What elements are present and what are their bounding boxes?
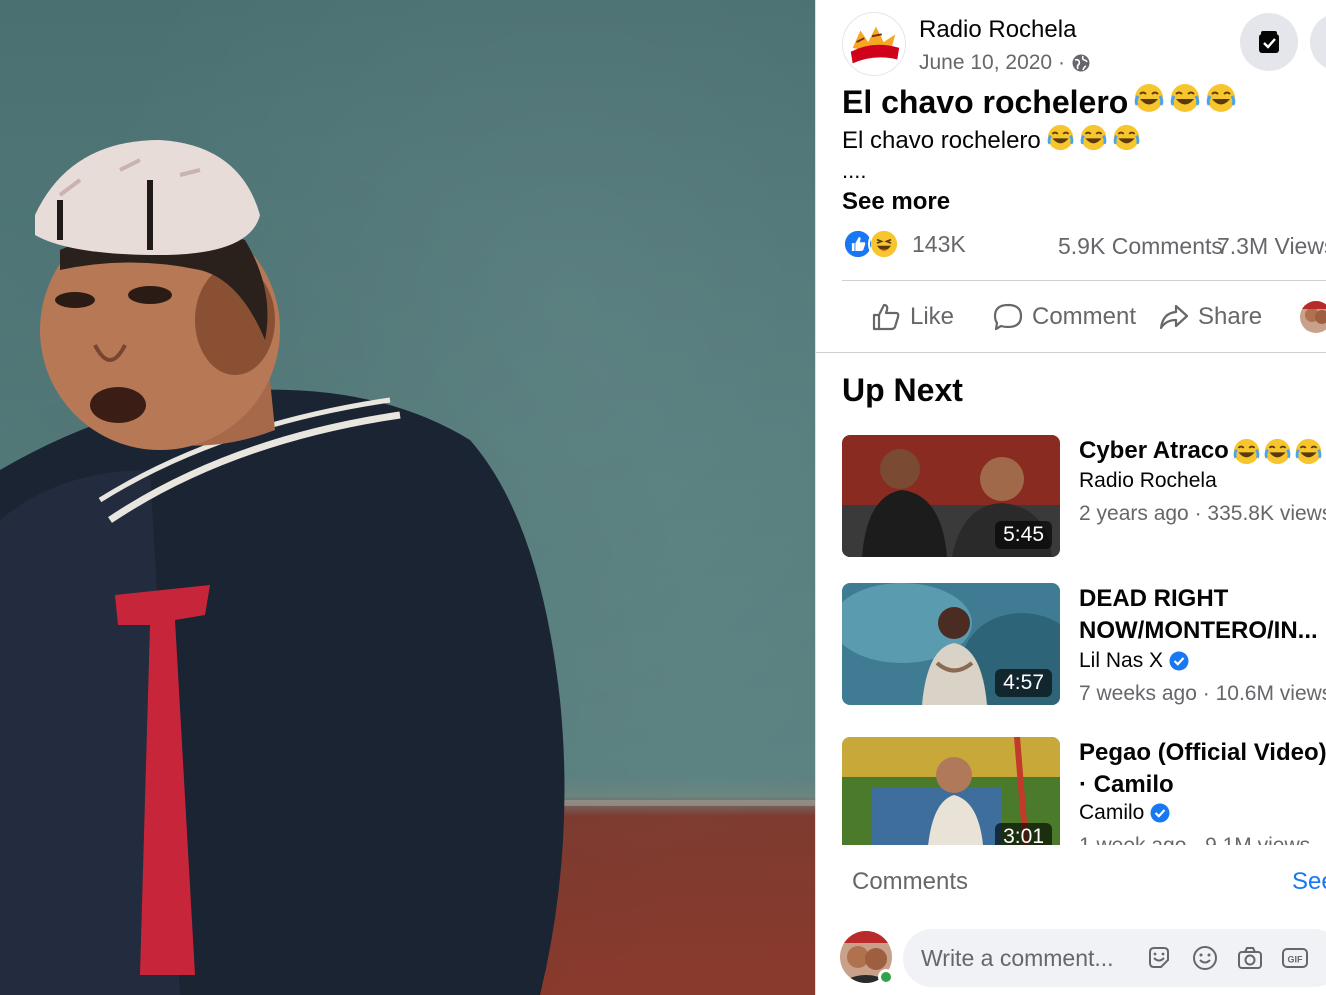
video-thumbnail[interactable]: 3:01 — [842, 737, 1060, 845]
video-meta: 7 weeks ago · 10.6M views — [1079, 682, 1326, 706]
laughing-emoji-icon — [1170, 83, 1200, 121]
video-age: 1 week ago — [1079, 834, 1186, 845]
save-button[interactable] — [1240, 13, 1298, 71]
comment-button[interactable]: Comment — [992, 288, 1136, 346]
video-channel[interactable]: Camilo — [1079, 801, 1170, 825]
video-duration: 4:57 — [995, 669, 1052, 697]
laughing-emoji-icon — [1233, 438, 1260, 464]
divider — [842, 280, 1326, 281]
video-views: 335.8K views — [1207, 502, 1326, 525]
comment-box: GIF — [903, 929, 1326, 987]
thumbs-up-icon — [872, 303, 900, 331]
video-duration: 3:01 — [995, 823, 1052, 845]
gif-icon[interactable]: GIF — [1281, 944, 1309, 972]
like-label: Like — [910, 303, 955, 330]
speech-bubble-icon — [993, 303, 1023, 331]
post-description-text: El chavo rochelero — [842, 127, 1041, 154]
post-title-text: El chavo rochelero — [842, 83, 1129, 120]
more-options-button[interactable] — [1310, 13, 1326, 71]
video-views: 9.1M views — [1205, 834, 1310, 845]
up-next-video[interactable]: 4:57 DEAD RIGHT NOW/MONTERO/IN... Lil Na… — [842, 583, 1326, 708]
avatar[interactable] — [840, 931, 894, 985]
post-description: El chavo rochelero — [842, 124, 1140, 158]
video-thumbnail[interactable]: 5:45 — [842, 435, 1060, 557]
divider — [816, 352, 1326, 353]
video-meta: 2 years ago · 335.8K views — [1079, 502, 1326, 526]
laughing-emoji-icon — [1264, 438, 1291, 464]
video-channel-name: Radio Rochela — [1079, 469, 1217, 492]
comments-label: Comments — [852, 868, 969, 895]
like-button[interactable]: Like — [870, 288, 954, 346]
up-next-heading: Up Next — [842, 372, 963, 408]
camera-icon[interactable] — [1236, 944, 1264, 972]
smiley-icon[interactable] — [1191, 944, 1219, 972]
haha-reaction-icon — [868, 228, 900, 260]
see-all-comments-link[interactable]: See all — [1292, 868, 1326, 896]
video-channel[interactable]: Radio Rochela — [1079, 469, 1217, 493]
video-thumbnail[interactable]: 4:57 — [842, 583, 1060, 705]
video-meta: 1 week ago · 9.1M views — [1079, 834, 1310, 845]
reactions-summary[interactable]: 143K — [842, 228, 966, 260]
laughing-emoji-icon — [1047, 124, 1074, 158]
reaction-as-avatar[interactable] — [1300, 301, 1326, 333]
post-side-panel: Radio Rochela June 10, 2020 · El chavo r… — [816, 0, 1326, 995]
laughing-emoji-icon — [1206, 83, 1236, 121]
video-channel[interactable]: Lil Nas X — [1079, 649, 1189, 673]
verified-badge-icon — [1169, 651, 1189, 671]
laughing-emoji-icon — [1113, 124, 1140, 158]
post-ellipsis: .... — [842, 158, 867, 183]
see-more-link[interactable]: See more — [842, 188, 950, 216]
comments-count[interactable]: 5.9K Comments — [1058, 233, 1223, 260]
post-date[interactable]: June 10, 2020 · — [919, 51, 1091, 75]
page-avatar[interactable] — [842, 12, 906, 76]
share-arrow-icon — [1159, 304, 1189, 330]
svg-text:GIF: GIF — [1288, 955, 1304, 965]
sticker-icon[interactable] — [1145, 944, 1173, 972]
laughing-emoji-icon — [1134, 83, 1164, 121]
video-channel-name: Camilo — [1079, 801, 1145, 824]
post-actions: Like Comment Share — [816, 288, 1326, 346]
comment-label: Comment — [1032, 303, 1137, 330]
comment-input[interactable] — [921, 929, 1136, 987]
video-frame-person — [0, 140, 565, 995]
save-bookmark-icon — [1259, 31, 1279, 53]
verified-badge-icon — [1150, 803, 1170, 823]
comments-header: Comments See all — [816, 846, 1326, 920]
globe-icon — [1072, 54, 1090, 72]
video-channel-name: Lil Nas X — [1079, 649, 1164, 672]
video-title[interactable]: Cyber Atraco — [1079, 435, 1326, 467]
radio-rochela-logo — [843, 13, 905, 75]
video-age: 7 weeks ago — [1079, 682, 1197, 705]
laughing-emoji-icon — [1295, 438, 1322, 464]
video-title-text: Cyber Atraco — [1079, 437, 1229, 464]
post-date-text: June 10, 2020 · — [919, 51, 1065, 74]
video-title[interactable]: DEAD RIGHT NOW/MONTERO/IN... — [1079, 583, 1326, 647]
video-title[interactable]: Pegao (Official Video) · Camilo — [1079, 737, 1326, 801]
online-status-dot — [878, 969, 894, 985]
views-count: 7.3M Views — [1217, 233, 1326, 259]
video-player[interactable] — [0, 0, 815, 995]
video-age: 2 years ago — [1079, 502, 1189, 525]
post-title: El chavo rochelero — [842, 83, 1236, 121]
video-duration: 5:45 — [995, 521, 1052, 549]
page-name[interactable]: Radio Rochela — [919, 16, 1076, 44]
up-next-video[interactable]: 3:01 Pegao (Official Video) · Camilo Cam… — [842, 737, 1326, 845]
reaction-count: 143K — [912, 230, 966, 257]
video-views: 10.6M views — [1215, 682, 1326, 705]
share-button[interactable]: Share — [1158, 288, 1262, 346]
comment-composer: GIF — [816, 920, 1326, 995]
share-label: Share — [1198, 303, 1263, 330]
laughing-emoji-icon — [1080, 124, 1107, 158]
up-next-video[interactable]: 5:45 Cyber Atraco Radio Rochela 2 years … — [842, 435, 1326, 560]
